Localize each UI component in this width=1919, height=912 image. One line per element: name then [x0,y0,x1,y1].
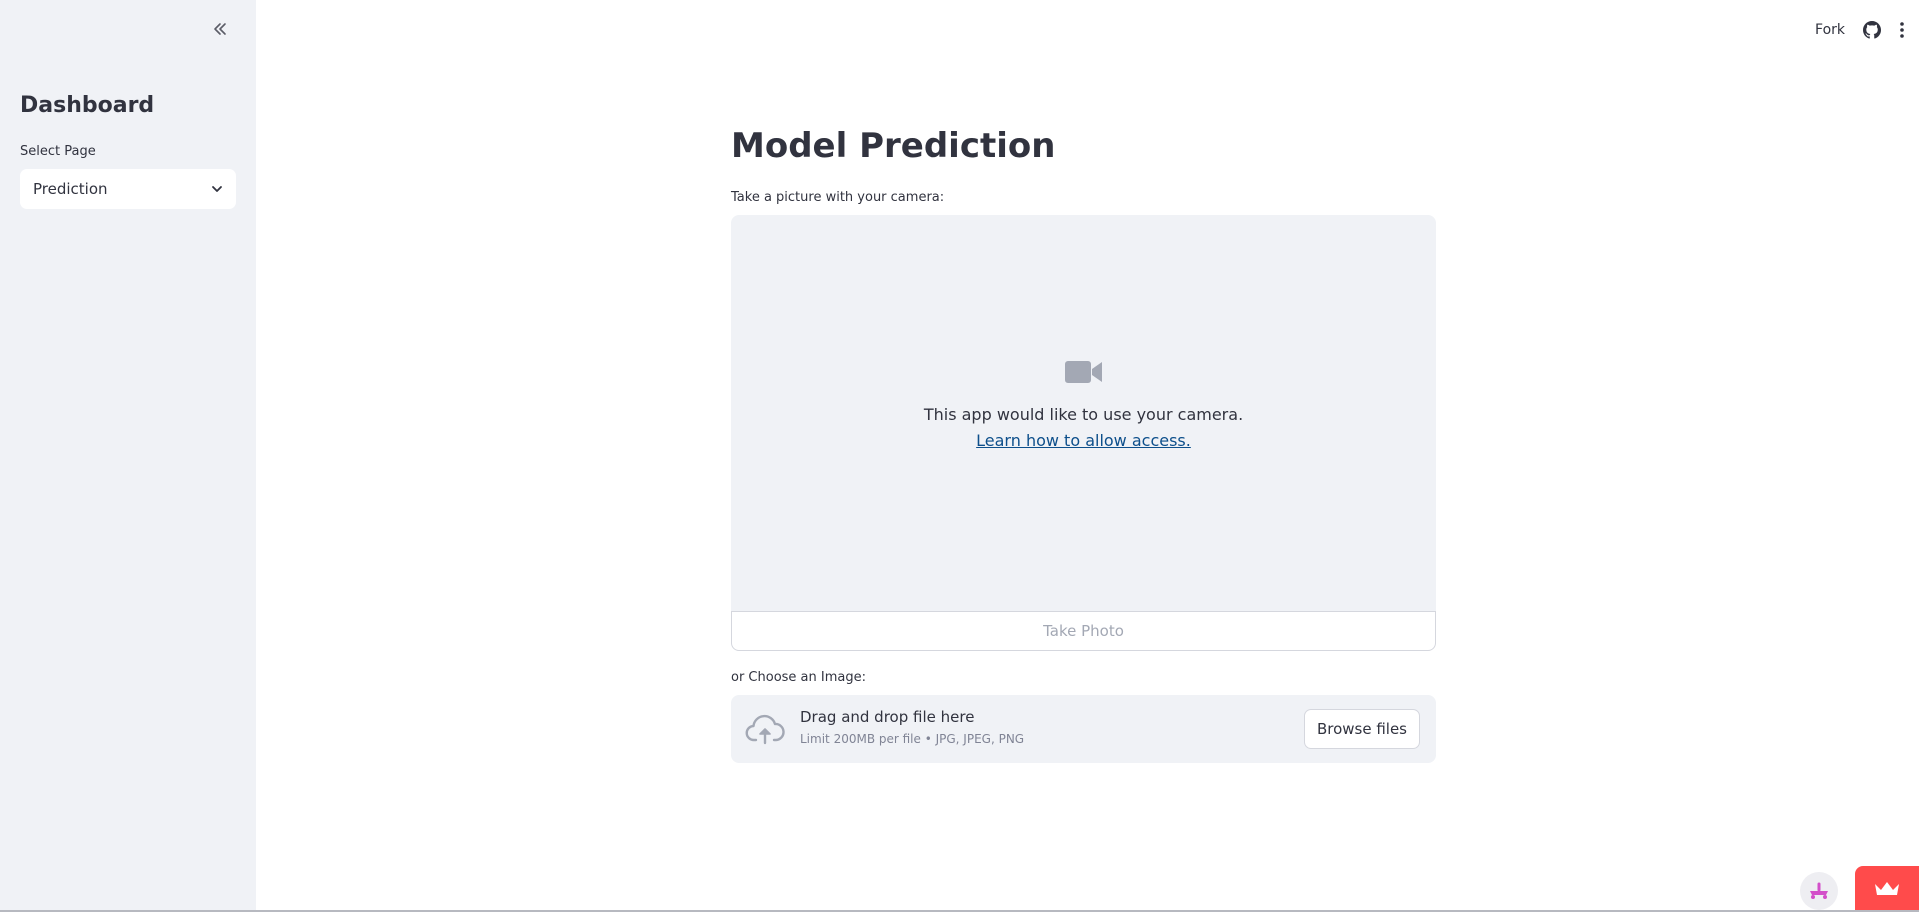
take-photo-button[interactable]: Take Photo [731,611,1436,651]
page-title: Model Prediction [731,126,1056,166]
file-uploader-label: or Choose an Image: [731,670,866,685]
dropzone-limits: Limit 200MB per file • JPG, JPEG, PNG [800,732,1025,746]
camera-input-label: Take a picture with your camera: [731,190,945,205]
camera-preview: This app would like to use your camera. … [731,215,1436,611]
browse-files-button[interactable]: Browse files [1303,709,1420,749]
app-root: Dashboard Select Page Prediction Fork Mo… [0,0,1919,912]
crown-icon[interactable] [1855,866,1919,912]
select-page-label: Select Page [20,144,96,159]
sidebar: Dashboard Select Page Prediction [0,0,256,912]
sidebar-title: Dashboard [20,93,155,118]
file-dropzone[interactable]: Drag and drop file here Limit 200MB per … [731,695,1436,763]
fork-button[interactable]: Fork [1815,22,1845,38]
collapse-sidebar-button[interactable] [206,16,234,44]
github-icon[interactable] [1863,21,1881,39]
dropzone-title: Drag and drop file here [800,708,975,726]
camera-permission-message: This app would like to use your camera. [923,405,1244,424]
video-camera-icon [1065,359,1103,385]
vertical-dots-menu-icon[interactable] [1899,21,1905,39]
top-toolbar: Fork [1815,16,1905,44]
double-chevron-left-icon [212,21,228,40]
streamlit-status-icon[interactable] [1800,872,1838,910]
cloud-upload-icon [745,713,785,745]
chevron-down-icon [210,182,224,196]
select-page-value: Prediction [33,180,108,198]
select-page-dropdown[interactable]: Prediction [20,169,236,209]
learn-camera-access-link[interactable]: Learn how to allow access. [976,431,1191,450]
